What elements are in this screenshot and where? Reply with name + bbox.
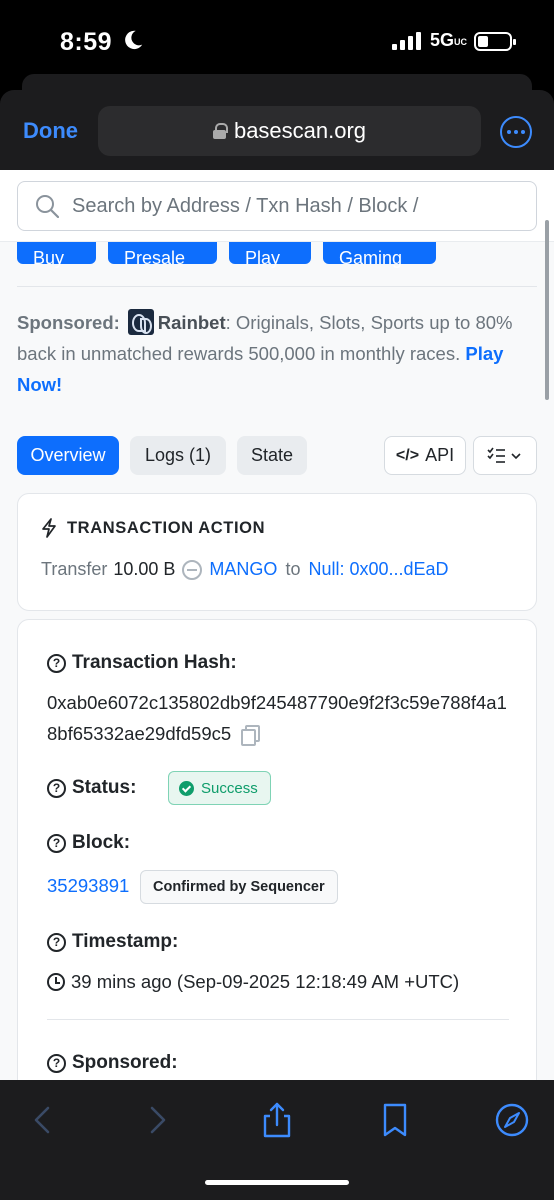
checklist-icon bbox=[487, 447, 521, 463]
block-number-link[interactable]: 35293891 bbox=[47, 875, 129, 897]
hash-label: ? Transaction Hash: bbox=[47, 652, 237, 674]
block-label: ? Block: bbox=[47, 832, 130, 854]
network-type: 5GUC bbox=[430, 30, 468, 50]
status-badge: Success bbox=[168, 771, 271, 805]
tab-state[interactable]: State bbox=[237, 436, 307, 475]
moon-icon bbox=[125, 30, 143, 50]
help-icon[interactable]: ? bbox=[47, 932, 66, 952]
divider bbox=[17, 286, 537, 287]
api-label: API bbox=[425, 445, 455, 465]
details-sponsored-label: ? Sponsored: bbox=[47, 1052, 178, 1074]
transaction-action-heading: TRANSACTION ACTION bbox=[41, 518, 265, 538]
address-bar[interactable]: basescan.org bbox=[98, 106, 481, 156]
divider bbox=[47, 1019, 509, 1020]
to-word: to bbox=[285, 559, 301, 579]
scrollbar[interactable] bbox=[545, 220, 549, 400]
token-icon bbox=[182, 559, 203, 580]
lock-icon bbox=[212, 123, 228, 139]
rainbet-logo-icon bbox=[127, 309, 154, 335]
copy-icon[interactable] bbox=[241, 725, 261, 746]
action-verb: Transfer bbox=[41, 559, 108, 579]
transfer-amount: 10.00 B bbox=[113, 559, 176, 579]
status-bar: 8:59 5GUC bbox=[0, 0, 554, 84]
confirmation-badge: Confirmed by Sequencer bbox=[140, 870, 338, 904]
search-input[interactable]: Search by Address / Txn Hash / Block / T… bbox=[17, 181, 537, 231]
browser-header: Done basescan.org bbox=[0, 90, 554, 170]
share-icon[interactable] bbox=[257, 1100, 297, 1140]
clock-time: 8:59 bbox=[60, 28, 113, 56]
back-icon[interactable] bbox=[22, 1100, 62, 1140]
search-header: Search by Address / Txn Hash / Block / T… bbox=[0, 170, 554, 242]
timestamp-value: 39 mins ago (Sep-09-2025 12:18:49 AM +UT… bbox=[47, 971, 459, 993]
compass-icon[interactable] bbox=[492, 1100, 532, 1140]
search-placeholder: Search by Address / Txn Hash / Block / T… bbox=[72, 194, 424, 217]
timestamp-label: ? Timestamp: bbox=[47, 931, 178, 953]
transaction-action-card: TRANSACTION ACTION Transfer 10.00 B MANG… bbox=[17, 493, 537, 611]
battery-icon bbox=[474, 32, 516, 51]
url-text: basescan.org bbox=[233, 118, 367, 143]
tab-bar: Overview Logs (1) State </> API bbox=[17, 436, 539, 476]
home-indicator[interactable] bbox=[205, 1180, 349, 1185]
lightning-icon bbox=[42, 518, 56, 538]
web-page: Search by Address / Txn Hash / Block / T… bbox=[0, 170, 554, 1080]
help-icon[interactable]: ? bbox=[47, 833, 66, 853]
sponsored-label: Sponsored: bbox=[17, 312, 120, 333]
api-button[interactable]: </> API bbox=[384, 436, 466, 475]
forward-icon[interactable] bbox=[138, 1100, 178, 1140]
tab-overview[interactable]: Overview bbox=[17, 436, 119, 475]
clock-icon bbox=[47, 973, 65, 991]
sponsored-banner: Sponsored: Rainbet: Originals, Slots, Spo… bbox=[17, 307, 539, 400]
recipient-link[interactable]: Null: 0x00...dEaD bbox=[308, 559, 448, 580]
cellular-signal-icon bbox=[392, 32, 421, 50]
more-options-button[interactable] bbox=[500, 116, 532, 148]
sponsor-brand-link[interactable]: Rainbet bbox=[158, 312, 226, 333]
transaction-hash: 0xab0e6072c135802db9f245487790e9f2f3c59e… bbox=[47, 692, 507, 746]
view-options-button[interactable] bbox=[473, 436, 537, 475]
status-label: ? Status: bbox=[47, 777, 136, 799]
help-icon[interactable]: ? bbox=[47, 1053, 66, 1073]
search-icon bbox=[36, 195, 59, 218]
help-icon[interactable]: ? bbox=[47, 653, 66, 673]
tab-logs[interactable]: Logs (1) bbox=[130, 436, 226, 475]
check-circle-icon bbox=[179, 780, 194, 796]
token-link[interactable]: MANGO bbox=[209, 559, 277, 580]
done-button[interactable]: Done bbox=[23, 118, 78, 144]
transaction-details-card: ? Transaction Hash: 0xab0e6072c135802db9… bbox=[17, 619, 537, 1080]
bookmarks-icon[interactable] bbox=[375, 1100, 415, 1140]
help-icon[interactable]: ? bbox=[47, 778, 66, 798]
transaction-action-row: Transfer 10.00 B MANGO to Null: 0x00...d… bbox=[41, 559, 449, 580]
code-icon: </> bbox=[395, 446, 420, 464]
